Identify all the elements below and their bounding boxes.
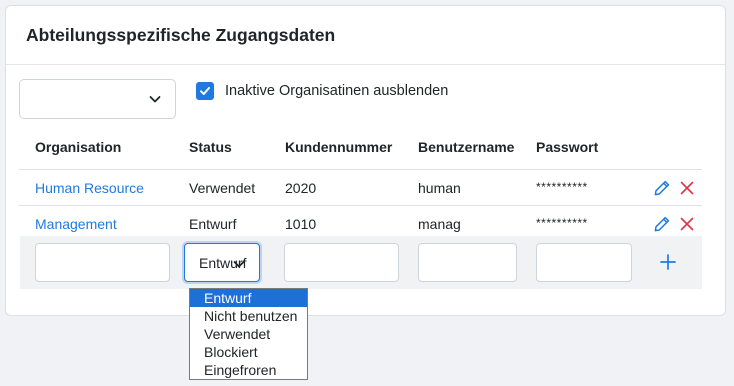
hide-inactive-row: Inaktive Organisatinen ausblenden — [196, 82, 448, 100]
row-divider — [19, 205, 702, 206]
organisation-link[interactable]: Human Resource — [35, 180, 144, 196]
plus-icon[interactable] — [659, 253, 677, 271]
pencil-icon[interactable] — [653, 179, 671, 197]
status-option-entwurf[interactable]: Entwurf — [190, 289, 307, 307]
column-header-status: Status — [189, 139, 232, 155]
column-header-benutzername: Benutzername — [418, 139, 515, 155]
benutzername-cell: manag — [418, 216, 461, 232]
hide-inactive-label[interactable]: Inaktive Organisatinen ausblenden — [225, 83, 448, 99]
new-kundennummer-input[interactable] — [284, 243, 399, 282]
status-dropdown-list: Entwurf Nicht benutzen Verwendet Blockie… — [189, 288, 308, 380]
hide-inactive-checkbox[interactable] — [196, 82, 214, 100]
status-cell: Verwendet — [189, 180, 256, 196]
new-status-select[interactable]: Entwurf — [184, 243, 260, 282]
close-icon[interactable] — [679, 180, 695, 196]
status-option-eingefroren[interactable]: Eingefroren — [190, 361, 307, 379]
chevron-down-icon — [233, 261, 245, 268]
kundennummer-cell: 2020 — [285, 180, 317, 196]
status-option-verwendet[interactable]: Verwendet — [190, 325, 307, 343]
status-option-blockiert[interactable]: Blockiert — [190, 343, 307, 361]
organisation-filter-select[interactable] — [19, 79, 176, 119]
new-organisation-input[interactable] — [35, 243, 170, 282]
kundennummer-cell: 1010 — [285, 216, 317, 232]
column-header-organisation: Organisation — [35, 139, 122, 155]
passwort-cell: ********** — [536, 216, 588, 230]
passwort-cell: ********** — [536, 180, 588, 194]
chevron-down-icon — [149, 96, 161, 103]
status-cell: Entwurf — [189, 216, 237, 232]
pencil-icon[interactable] — [653, 215, 671, 233]
new-passwort-input[interactable] — [536, 243, 632, 282]
benutzername-cell: human — [418, 180, 461, 196]
close-icon[interactable] — [679, 216, 695, 232]
column-header-passwort: Passwort — [536, 139, 599, 155]
check-icon — [200, 87, 210, 95]
header-divider — [19, 169, 702, 170]
new-benutzername-input[interactable] — [418, 243, 517, 282]
organisation-link[interactable]: Management — [35, 216, 117, 232]
status-option-nicht-benutzen[interactable]: Nicht benutzen — [190, 307, 307, 325]
card-title: Abteilungsspezifische Zugangsdaten — [6, 6, 725, 65]
column-header-kundennummer: Kundennummer — [285, 139, 393, 155]
